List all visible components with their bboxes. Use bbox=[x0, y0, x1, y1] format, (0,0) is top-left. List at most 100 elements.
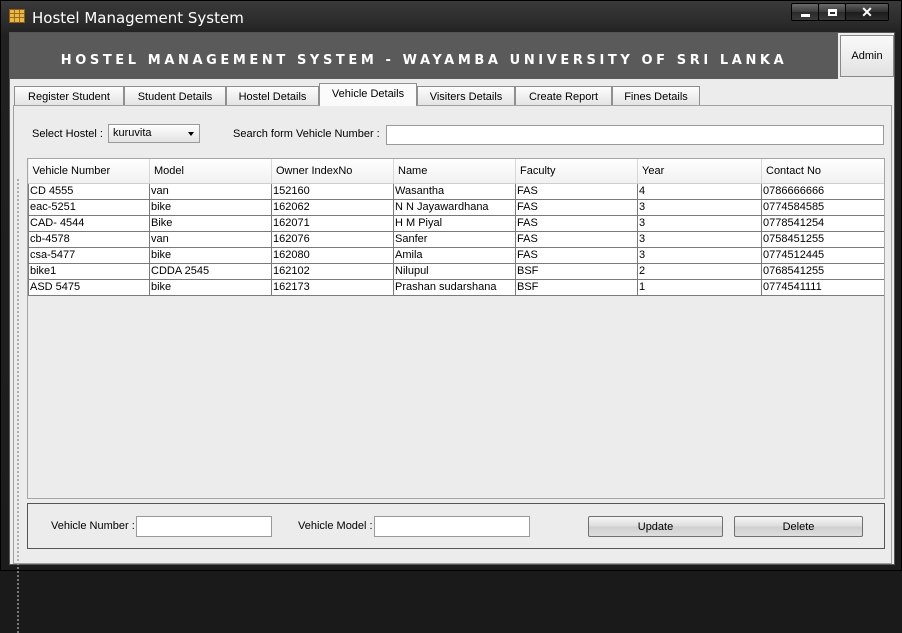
cell-name[interactable]: Nilupul bbox=[393, 262, 516, 280]
cell-owner-index[interactable]: 162102 bbox=[271, 262, 394, 280]
table-row[interactable]: csa-5477 bike 162080 Amila FAS 3 0774512… bbox=[28, 246, 884, 264]
cell-owner-index[interactable]: 162062 bbox=[271, 198, 394, 216]
search-vehicle-input[interactable] bbox=[386, 125, 884, 145]
cell-contact[interactable]: 0768541255 bbox=[761, 262, 884, 280]
cell-model[interactable]: bike bbox=[149, 278, 272, 296]
search-vehicle-label: Search form Vehicle Number : bbox=[233, 128, 380, 140]
table-row[interactable]: CD 4555 van 152160 Wasantha FAS 4 078666… bbox=[28, 182, 884, 200]
cell-vehicle-number[interactable]: cb-4578 bbox=[28, 230, 150, 248]
close-button[interactable]: ✕ bbox=[845, 3, 889, 21]
tab-fines-details[interactable]: Fines Details bbox=[612, 86, 700, 105]
vehicle-table[interactable]: Vehicle Number Model Owner IndexNo Name … bbox=[27, 158, 885, 499]
chevron-down-icon bbox=[188, 132, 194, 136]
select-hostel-label: Select Hostel : bbox=[32, 128, 103, 140]
cell-model[interactable]: bike bbox=[149, 246, 272, 264]
client-area: HOSTEL MANAGEMENT SYSTEM - WAYAMBA UNIVE… bbox=[9, 32, 895, 633]
column-header-faculty[interactable]: Faculty bbox=[515, 159, 638, 184]
vehicle-model-field[interactable] bbox=[374, 516, 530, 537]
cell-year[interactable]: 4 bbox=[637, 182, 762, 200]
cell-contact[interactable]: 0774584585 bbox=[761, 198, 884, 216]
cell-faculty[interactable]: FAS bbox=[515, 182, 638, 200]
column-header-vehicle-number[interactable]: Vehicle Number bbox=[28, 159, 150, 184]
window-controls: ✕ bbox=[791, 3, 889, 21]
cell-faculty[interactable]: BSF bbox=[515, 262, 638, 280]
cell-model[interactable]: van bbox=[149, 230, 272, 248]
tab-hostel-details[interactable]: Hostel Details bbox=[226, 86, 319, 105]
tab-register-student[interactable]: Register Student bbox=[14, 86, 124, 105]
title-bar[interactable]: Hostel Management System ✕ bbox=[1, 1, 901, 33]
vehicle-number-field[interactable] bbox=[136, 516, 272, 537]
table-row[interactable]: bike1 CDDA 2545 162102 Nilupul BSF 2 076… bbox=[28, 262, 884, 280]
table-row[interactable]: CAD- 4544 Bike 162071 H M Piyal FAS 3 07… bbox=[28, 214, 884, 232]
window-title: Hostel Management System bbox=[32, 9, 244, 27]
cell-contact[interactable]: 0758451255 bbox=[761, 230, 884, 248]
edit-vehicle-panel: Vehicle Number : Vehicle Model : Update … bbox=[27, 503, 885, 549]
cell-faculty[interactable]: BSF bbox=[515, 278, 638, 296]
vehicle-details-panel: Select Hostel : kuruvita Search form Veh… bbox=[13, 105, 892, 633]
column-header-year[interactable]: Year bbox=[637, 159, 762, 184]
cell-model[interactable]: bike bbox=[149, 198, 272, 216]
table-row[interactable]: cb-4578 van 162076 Sanfer FAS 3 07584512… bbox=[28, 230, 884, 248]
cell-vehicle-number[interactable]: csa-5477 bbox=[28, 246, 150, 264]
cell-name[interactable]: Prashan sudarshana bbox=[393, 278, 516, 296]
cell-faculty[interactable]: FAS bbox=[515, 230, 638, 248]
cell-contact[interactable]: 0786666666 bbox=[761, 182, 884, 200]
cell-faculty[interactable]: FAS bbox=[515, 198, 638, 216]
cell-year[interactable]: 3 bbox=[637, 198, 762, 216]
cell-contact[interactable]: 0778541254 bbox=[761, 214, 884, 232]
column-header-name[interactable]: Name bbox=[393, 159, 516, 184]
cell-year[interactable]: 1 bbox=[637, 278, 762, 296]
cell-vehicle-number[interactable]: CAD- 4544 bbox=[28, 214, 150, 232]
vehicle-number-label: Vehicle Number : bbox=[51, 520, 135, 532]
cell-faculty[interactable]: FAS bbox=[515, 246, 638, 264]
minimize-button[interactable] bbox=[791, 3, 819, 21]
cell-model[interactable]: van bbox=[149, 182, 272, 200]
resize-grip bbox=[16, 178, 20, 633]
cell-owner-index[interactable]: 162076 bbox=[271, 230, 394, 248]
cell-contact[interactable]: 0774512445 bbox=[761, 246, 884, 264]
header-band: HOSTEL MANAGEMENT SYSTEM - WAYAMBA UNIVE… bbox=[10, 33, 838, 79]
tab-student-details[interactable]: Student Details bbox=[124, 86, 226, 105]
cell-name[interactable]: Amila bbox=[393, 246, 516, 264]
cell-name[interactable]: Wasantha bbox=[393, 182, 516, 200]
cell-owner-index[interactable]: 162173 bbox=[271, 278, 394, 296]
cell-owner-index[interactable]: 162071 bbox=[271, 214, 394, 232]
update-button[interactable]: Update bbox=[588, 516, 723, 537]
cell-year[interactable]: 3 bbox=[637, 246, 762, 264]
cell-name[interactable]: Sanfer bbox=[393, 230, 516, 248]
tab-vehicle-details[interactable]: Vehicle Details bbox=[319, 83, 417, 106]
maximize-button[interactable] bbox=[818, 3, 846, 21]
cell-model[interactable]: CDDA 2545 bbox=[149, 262, 272, 280]
column-header-owner-index[interactable]: Owner IndexNo bbox=[271, 159, 394, 184]
cell-name[interactable]: H M Piyal bbox=[393, 214, 516, 232]
close-icon: ✕ bbox=[861, 3, 873, 20]
table-row[interactable]: eac-5251 bike 162062 N N Jayawardhana FA… bbox=[28, 198, 884, 216]
maximize-icon bbox=[827, 8, 837, 16]
minimize-icon bbox=[800, 13, 810, 17]
hostel-select[interactable]: kuruvita bbox=[108, 124, 200, 143]
cell-faculty[interactable]: FAS bbox=[515, 214, 638, 232]
table-row[interactable]: ASD 5475 bike 162173 Prashan sudarshana … bbox=[28, 278, 884, 296]
column-header-contact[interactable]: Contact No bbox=[761, 159, 884, 184]
cell-year[interactable]: 3 bbox=[637, 230, 762, 248]
cell-model[interactable]: Bike bbox=[149, 214, 272, 232]
table-header-row: Vehicle Number Model Owner IndexNo Name … bbox=[28, 159, 884, 184]
column-header-model[interactable]: Model bbox=[149, 159, 272, 184]
app-grid-icon bbox=[9, 9, 25, 23]
cell-year[interactable]: 2 bbox=[637, 262, 762, 280]
header-title: HOSTEL MANAGEMENT SYSTEM - WAYAMBA UNIVE… bbox=[60, 53, 788, 68]
cell-vehicle-number[interactable]: CD 4555 bbox=[28, 182, 150, 200]
cell-name[interactable]: N N Jayawardhana bbox=[393, 198, 516, 216]
cell-contact[interactable]: 0774541111 bbox=[761, 278, 884, 296]
cell-vehicle-number[interactable]: bike1 bbox=[28, 262, 150, 280]
cell-year[interactable]: 3 bbox=[637, 214, 762, 232]
vehicle-model-label: Vehicle Model : bbox=[298, 520, 373, 532]
cell-owner-index[interactable]: 162080 bbox=[271, 246, 394, 264]
cell-vehicle-number[interactable]: ASD 5475 bbox=[28, 278, 150, 296]
cell-vehicle-number[interactable]: eac-5251 bbox=[28, 198, 150, 216]
tab-create-report[interactable]: Create Report bbox=[515, 86, 612, 105]
delete-button[interactable]: Delete bbox=[734, 516, 863, 537]
admin-button[interactable]: Admin bbox=[840, 35, 894, 77]
tab-visiters-details[interactable]: Visiters Details bbox=[417, 86, 515, 105]
cell-owner-index[interactable]: 152160 bbox=[271, 182, 394, 200]
